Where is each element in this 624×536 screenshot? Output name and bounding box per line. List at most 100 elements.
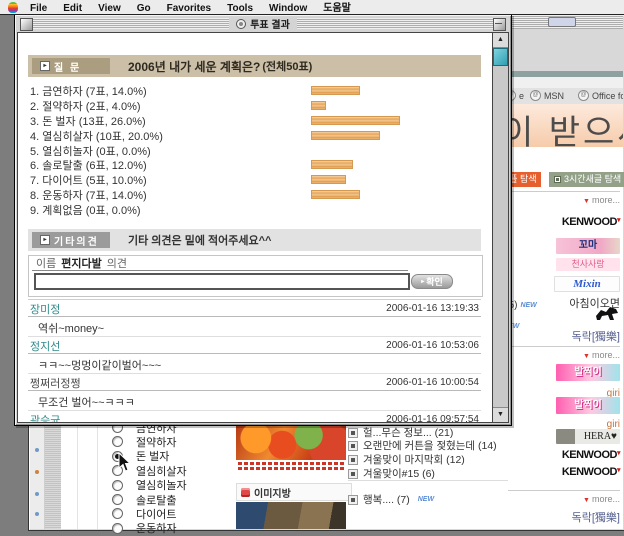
post-list: 헐...무슨 정보... (21)오랜만에 커튼을 젖혔는데 (14)겨울맞이 … [348, 416, 513, 529]
mouse-cursor [118, 452, 132, 472]
collapse-box[interactable] [493, 18, 506, 31]
menu-Go[interactable]: Go [137, 3, 151, 14]
poll-result-bar [311, 101, 326, 110]
comment-timestamp: 2006-01-16 10:53:06 [386, 340, 479, 351]
comment-author[interactable]: 곽승균 [30, 412, 60, 424]
radio-button[interactable] [112, 523, 123, 534]
column-divider [77, 424, 78, 529]
post-list-item[interactable]: 오랜만에 커튼을 젖혔는데 (14) [348, 438, 497, 453]
dialog-titlebar[interactable]: 투표 결과 [16, 16, 510, 31]
browser-titlebar-widget [548, 17, 576, 27]
submit-arrow-icon: ▸ [421, 278, 424, 285]
favorite-label: e [519, 91, 524, 101]
scrollbar-thumb[interactable] [493, 48, 508, 66]
poll-option-text: 7. 다이어트 (5표, 10.0%) [30, 175, 147, 187]
ad-sidebar: ▼more...KENWOOD▾꼬마천사사랑Mixin아침이오면독락[獨樂]▼m… [508, 150, 622, 529]
poll-radio-list: 금연하자절약하자돈 벌자열심히살자열심히놀자솔로탈출다이어트운동하자 [100, 416, 230, 529]
opinion-form: 이름 편지다발 의견 ▸ 확인 [28, 255, 483, 297]
new-badge: NEW [520, 302, 536, 309]
ad-banner[interactable]: 천사사랑 [556, 258, 620, 271]
poll-result-bar [311, 160, 353, 169]
poll-option-text: 2. 절약하자 (2표, 4.0%) [30, 101, 141, 113]
apple-menu-icon[interactable] [8, 2, 18, 13]
poll-option-row: 5. 열심히놀자 (0표, 0.0%) [30, 143, 490, 158]
poll-results: 1. 금연하자 (7표, 14.0%)2. 절약하자 (2표, 4.0%)3. … [30, 83, 490, 217]
poll-option-row: 8. 운동하자 (7표, 14.0%) [30, 187, 490, 202]
poll-result-bar [311, 116, 400, 125]
menu-Tools[interactable]: Tools [227, 3, 253, 14]
poll-result-bar [311, 86, 360, 95]
radio-button[interactable] [112, 494, 123, 505]
ad-banner[interactable]: Mixin [554, 276, 620, 292]
other-opinion-label: 기타의견 [54, 233, 99, 248]
menu-Edit[interactable]: Edit [63, 3, 82, 14]
vote-result-window: 투표 결과 ▸ 질 문 2006년 내가 세운 계획은? (전체50표) 1. … [14, 14, 512, 426]
submit-label: 확인 [426, 275, 443, 288]
radio-button[interactable] [112, 436, 123, 447]
image-room-title: 이미지방 [254, 485, 291, 500]
ad-banner[interactable]: HERA♥ [556, 429, 620, 444]
radio-button[interactable] [112, 480, 123, 491]
scroll-up-arrow[interactable]: ▲ [493, 33, 508, 48]
kenwood-red-mark: ▾ [617, 217, 620, 224]
poll-result-bar [311, 175, 346, 184]
ad-banner[interactable]: 발찍이 [556, 364, 620, 381]
post-list-item[interactable]: 겨울맞이#15 (6) [348, 466, 435, 481]
ad-banner[interactable]: 발찍이 [556, 397, 620, 414]
section-bullet-icon: ▸ [40, 235, 50, 245]
radio-label: 운동하자 [136, 520, 176, 536]
comment-name-row: 장미정 2006-01-16 13:19:33 [28, 300, 481, 317]
poll-window-icon [236, 19, 246, 29]
close-box[interactable] [20, 18, 33, 31]
comment-text: 역쉬~money~ [28, 317, 481, 337]
comments-list: 장미정 2006-01-16 13:19:33 역쉬~money~정지선 2006-0… [28, 299, 481, 423]
poll-option-row: 9. 계획없음 (0표, 0.0%) [30, 202, 490, 217]
dialog-scrollbar[interactable]: ▲ ▼ [492, 33, 508, 422]
menu-Favorites[interactable]: Favorites [167, 3, 211, 14]
opinion-input[interactable] [34, 273, 410, 290]
comment-author[interactable]: 쩡쩌러정쩡 [30, 375, 81, 391]
post-list-item[interactable]: 행복.... (7)NEW [348, 492, 434, 507]
ad-banner[interactable]: 꼬마 [556, 238, 620, 254]
favorite-item[interactable]: @MSN [530, 90, 564, 101]
menu-View[interactable]: View [98, 3, 121, 14]
question-label-box: ▸ 질 문 [32, 58, 110, 74]
more-link[interactable]: ▼more... [508, 191, 620, 205]
image-room-photo[interactable] [236, 502, 346, 529]
ad-text-link[interactable]: 독락[獨樂] [572, 509, 620, 525]
name-label: 이름 [36, 255, 56, 271]
image-room-icon [241, 488, 250, 497]
more-label: more... [592, 494, 620, 504]
menu-File[interactable]: File [30, 3, 47, 14]
kenwood-red-mark: ▾ [617, 450, 620, 457]
more-link[interactable]: ▼more... [508, 346, 620, 360]
comment-timestamp: 2006-01-16 13:19:33 [386, 303, 479, 314]
radio-button[interactable] [112, 508, 123, 519]
lantern-photo[interactable] [236, 420, 346, 460]
other-opinion-text: 기타 의견은 밑에 적어주세요^^ [128, 232, 271, 248]
post-list-item[interactable]: 겨울맞이 마지막회 (12) [348, 452, 465, 467]
poll-option-text: 4. 열심히살자 (10표, 20.0%) [30, 131, 163, 143]
rail-marker-dot [35, 448, 39, 452]
post-bullet-icon [348, 495, 358, 505]
favorite-label: MSN [544, 91, 564, 101]
kenwood-logo[interactable]: KENWOOD▾ [562, 466, 620, 478]
poll-option-text: 1. 금연하자 (7표, 14.0%) [30, 86, 147, 98]
poll-option-text: 5. 열심히놀자 (0표, 0.0%) [30, 146, 151, 158]
favorite-item[interactable]: @Office for Macin [578, 90, 623, 101]
comment-author[interactable]: 정지선 [30, 338, 60, 354]
kenwood-logo[interactable]: KENWOOD▾ [562, 449, 620, 461]
dialog-title: 투표 결과 [229, 16, 297, 31]
ad-text-link[interactable]: 독락[獨樂] [572, 328, 620, 344]
more-link[interactable]: ▼more... [508, 490, 620, 504]
menu-Window[interactable]: Window [269, 3, 307, 14]
submit-button[interactable]: ▸ 확인 [411, 274, 453, 289]
menu-도움말[interactable]: 도움말 [323, 3, 351, 14]
scroll-down-arrow[interactable]: ▼ [493, 407, 508, 422]
comment-timestamp: 2006-01-16 09:57:54 [386, 414, 479, 423]
kenwood-red-mark: ▾ [617, 467, 620, 474]
black-figure-icon[interactable] [594, 306, 620, 326]
comment-author[interactable]: 장미정 [30, 301, 60, 317]
kenwood-logo[interactable]: KENWOOD▾ [562, 216, 620, 228]
menu-bar: File Edit View Go Favorites Tools Window 도움말 [0, 0, 624, 15]
